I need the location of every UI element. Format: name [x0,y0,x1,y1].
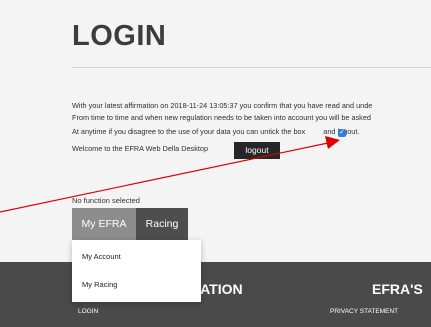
menu-item-my-racing[interactable]: My Racing [82,280,117,289]
footer-link-login[interactable]: LOGIN [78,308,98,315]
function-status: No function selected [72,196,140,205]
logout-button[interactable]: logout [234,142,280,159]
consent-checkbox[interactable]: ✓ [338,129,346,137]
tab-my-efra[interactable]: My EFRA [72,208,136,240]
checkmark-icon: ✓ [339,129,345,136]
my-efra-dropdown-menu: My Account My Racing [72,240,201,302]
footer-heading-right: EFRA'S [372,281,423,297]
tab-racing[interactable]: Racing [136,208,188,240]
page-title: LOGIN [72,20,167,52]
affirmation-line-1: With your latest affirmation on 2018-11-… [72,101,373,110]
footer-link-privacy[interactable]: PRIVACY STATEMENT [330,308,398,315]
divider [72,67,431,68]
affirmation-line-3: At anytime if you disagree to the use of… [72,127,359,137]
welcome-text: Welcome to the EFRA Web Della Desktop [72,144,208,153]
affirmation-line-3-text: At anytime if you disagree to the use of… [72,127,306,136]
affirmation-line-2: From time to time and when new regulatio… [72,113,371,122]
main-content: LOGIN With your latest affirmation on 20… [0,0,431,262]
menu-item-my-account[interactable]: My Account [82,252,121,261]
